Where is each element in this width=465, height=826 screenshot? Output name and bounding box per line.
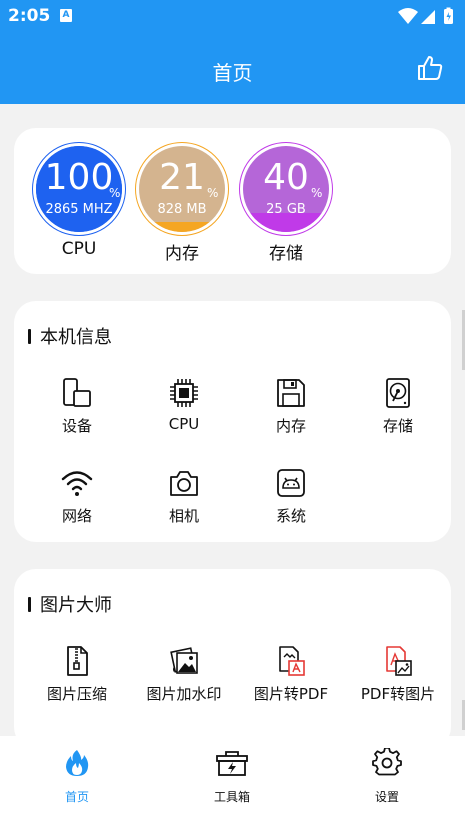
chip-icon — [170, 379, 198, 407]
pdf-to-image-icon — [386, 646, 412, 676]
gauge-percent-sign: % — [109, 186, 121, 200]
tile-label: 图片转PDF — [253, 685, 329, 703]
memory-gauge[interactable]: 21 % 828 MB — [135, 142, 229, 236]
nav-label: 首页 — [64, 790, 89, 804]
tile-memory[interactable]: 内存 — [241, 377, 341, 447]
cpu-gauge-label: CPU — [61, 239, 97, 259]
gear-icon — [372, 747, 402, 776]
gauge-detail: 828 MB — [157, 202, 207, 217]
image-to-pdf-icon — [279, 646, 305, 676]
nav-home[interactable]: 首页 — [27, 748, 127, 805]
bottom-navigation: 首页 工具箱 设置 — [0, 736, 465, 826]
wifi-icon — [61, 471, 93, 496]
tile-image-watermark[interactable]: 图片加水印 — [134, 645, 234, 715]
status-bar: 2:05 A — [0, 0, 465, 32]
tile-device[interactable]: 设备 — [27, 377, 127, 447]
tile-storage[interactable]: 存储 — [348, 377, 448, 447]
gauge-body: 21 % 828 MB — [139, 146, 225, 232]
section-title-device-info: 本机信息 — [28, 323, 112, 349]
device-icon — [63, 378, 91, 407]
gauge-detail: 2865 MHZ — [45, 202, 113, 217]
app-bar: 首页 — [0, 32, 465, 104]
image-master-card: 图片大师 图片压缩 图片加水印 图片转PDF PDF转图片 — [14, 569, 451, 749]
tile-label: 设备 — [61, 417, 92, 435]
page-title: 首页 — [212, 61, 253, 85]
tile-label: 系统 — [275, 507, 306, 525]
zip-file-icon — [67, 646, 88, 676]
usage-card: 100 % 2865 MHZ CPU 21 % 828 MB 内存 40 % 2… — [14, 128, 451, 274]
tile-label: 图片压缩 — [46, 685, 107, 703]
storage-gauge-label: 存储 — [269, 244, 303, 264]
cpu-gauge[interactable]: 100 % 2865 MHZ — [32, 142, 126, 236]
camera-icon — [170, 471, 198, 496]
hard-drive-icon — [386, 378, 410, 408]
status-time: 2:05 — [8, 6, 51, 26]
device-info-card: 本机信息 设备 CPU 内存 存储 网络 相机 系统 — [14, 301, 451, 542]
floppy-disk-icon — [277, 379, 305, 407]
section-title-image-master: 图片大师 — [28, 591, 112, 617]
tile-image-compress[interactable]: 图片压缩 — [27, 645, 127, 715]
tile-pdf-to-image[interactable]: PDF转图片 — [348, 645, 448, 715]
tile-network[interactable]: 网络 — [27, 467, 127, 537]
tile-label: 内存 — [275, 417, 306, 435]
flame-icon — [66, 750, 89, 776]
tile-label: 存储 — [382, 417, 413, 435]
cell-signal-icon — [421, 10, 435, 24]
tile-label: PDF转图片 — [360, 685, 436, 703]
gauge-body: 40 % 25 GB — [243, 146, 329, 232]
gauge-body: 100 % 2865 MHZ — [36, 146, 122, 232]
nav-label: 设置 — [374, 790, 399, 804]
watermark-image-icon — [170, 647, 198, 674]
storage-gauge[interactable]: 40 % 25 GB — [239, 142, 333, 236]
nav-settings[interactable]: 设置 — [337, 747, 437, 805]
tile-camera[interactable]: 相机 — [134, 467, 234, 537]
gauge-fill — [139, 222, 225, 232]
gauge-detail: 25 GB — [266, 202, 306, 217]
tile-label: 图片加水印 — [146, 685, 222, 703]
wifi-signal-icon — [398, 8, 418, 24]
toolbox-icon — [216, 751, 248, 776]
tile-label: 相机 — [168, 507, 199, 525]
tile-label: CPU — [168, 415, 200, 433]
tile-system[interactable]: 系统 — [241, 467, 341, 537]
nav-label: 工具箱 — [213, 790, 250, 804]
tile-label: 网络 — [61, 507, 92, 525]
gauge-percent-sign: % — [311, 186, 323, 200]
memory-gauge-label: 内存 — [165, 244, 199, 264]
android-icon — [277, 469, 305, 497]
nav-toolbox[interactable]: 工具箱 — [182, 748, 282, 805]
gauge-percent-sign: % — [207, 186, 219, 200]
tile-cpu[interactable]: CPU — [134, 377, 234, 447]
sim-card-icon: A — [60, 9, 72, 22]
status-icons — [398, 7, 453, 24]
tile-image-to-pdf[interactable]: 图片转PDF — [241, 645, 341, 715]
thumbs-up-icon[interactable] — [417, 55, 443, 81]
